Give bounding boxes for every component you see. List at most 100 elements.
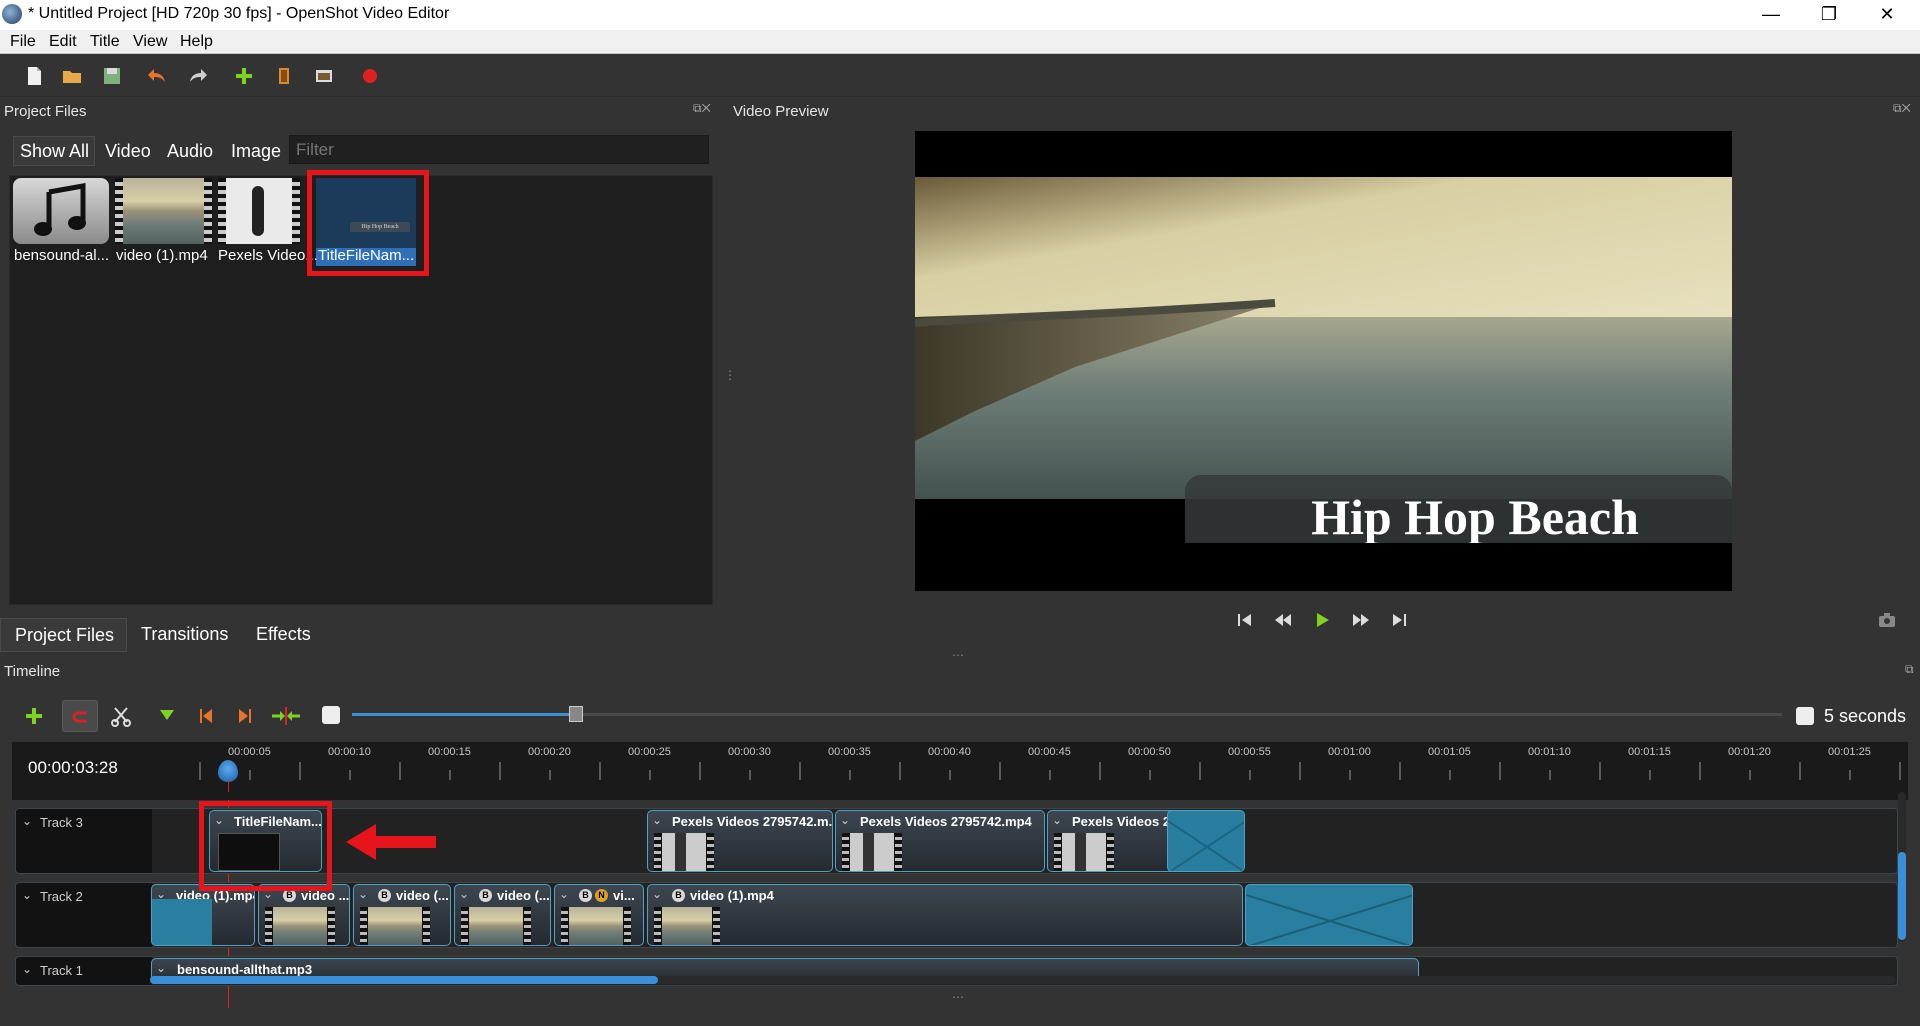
- splitter-handle[interactable]: ⋮: [724, 368, 736, 382]
- clip-pexels-1-name: Pexels Videos 2795742.m...: [672, 814, 833, 829]
- filter-tab-video[interactable]: Video: [105, 141, 151, 162]
- clip-video-3[interactable]: ⌄ B video (...: [353, 884, 451, 946]
- clip-menu-chevron-icon[interactable]: ⌄: [652, 813, 662, 827]
- fullscreen-icon[interactable]: [312, 64, 336, 88]
- splitter-handle-bottom[interactable]: ⋯: [952, 990, 964, 1004]
- track-2-header[interactable]: ⌄ Track 2: [16, 883, 152, 947]
- filter-input[interactable]: [289, 135, 709, 164]
- menu-help[interactable]: Help: [180, 33, 213, 51]
- clip-video-4-name: video (...: [497, 888, 550, 903]
- menu-edit[interactable]: Edit: [49, 33, 77, 51]
- play-icon[interactable]: [1310, 608, 1334, 632]
- jump-to-end-icon[interactable]: [1388, 608, 1412, 632]
- clip-video-4[interactable]: ⌄ B video (...: [454, 884, 551, 946]
- transition-track-3[interactable]: [1167, 810, 1245, 872]
- track-menu-chevron-icon[interactable]: ⌄: [22, 814, 32, 828]
- track-1-label: Track 1: [40, 963, 83, 978]
- clip-menu-chevron-icon[interactable]: ⌄: [156, 961, 166, 975]
- rewind-icon[interactable]: [1271, 608, 1295, 632]
- menu-title[interactable]: Title: [90, 33, 120, 51]
- menu-view[interactable]: View: [133, 33, 167, 51]
- track-3-header[interactable]: ⌄ Track 3: [16, 809, 152, 873]
- timeline-float-icon[interactable]: ⧉: [1905, 662, 1914, 677]
- clip-pexels-2-thumb: [842, 833, 902, 871]
- zoom-in-icon[interactable]: [1796, 707, 1814, 725]
- snapping-toggle-button[interactable]: [62, 700, 98, 732]
- minimize-button[interactable]: —: [1742, 0, 1800, 30]
- filter-tab-audio[interactable]: Audio: [167, 141, 213, 162]
- choose-profile-icon[interactable]: [272, 64, 296, 88]
- add-track-icon[interactable]: [22, 704, 46, 728]
- tab-transitions[interactable]: Transitions: [141, 618, 228, 652]
- effect-badge-icon: B: [479, 889, 492, 902]
- next-marker-icon[interactable]: [233, 704, 257, 728]
- clip-menu-chevron-icon[interactable]: ⌄: [840, 813, 850, 827]
- tab-project-files[interactable]: Project Files: [0, 618, 127, 652]
- filter-tab-show-all[interactable]: Show All: [20, 141, 89, 162]
- close-button[interactable]: ✕: [1858, 0, 1916, 30]
- save-project-icon[interactable]: [100, 64, 124, 88]
- zoom-slider-handle[interactable]: [568, 706, 583, 722]
- timeline-vertical-scrollbar[interactable]: [1898, 792, 1906, 942]
- file-thumb-pexels-video[interactable]: [218, 178, 300, 244]
- clip-video-2[interactable]: ⌄ B video ...: [258, 884, 350, 946]
- clip-video-1[interactable]: ⌄ video (1).mp4: [151, 884, 255, 946]
- clip-menu-chevron-icon[interactable]: ⌄: [652, 887, 662, 901]
- track-2-label: Track 2: [40, 889, 83, 904]
- add-marker-icon[interactable]: [155, 704, 179, 728]
- undo-icon[interactable]: [145, 64, 169, 88]
- clip-pexels-2[interactable]: ⌄ Pexels Videos 2795742.mp4: [835, 810, 1045, 872]
- clip-menu-chevron-icon[interactable]: ⌄: [559, 887, 569, 901]
- zoom-slider-fill: [352, 713, 576, 716]
- clip-video-6[interactable]: ⌄ B video (1).mp4: [647, 884, 1243, 946]
- track-1-header[interactable]: ⌄ Track 1: [16, 957, 152, 985]
- transition-track-2[interactable]: [1245, 884, 1413, 946]
- open-project-icon[interactable]: [60, 64, 84, 88]
- preview-float-close-icon[interactable]: ⧉✕: [1893, 101, 1911, 116]
- restore-button[interactable]: ❐: [1800, 0, 1858, 30]
- track-menu-chevron-icon[interactable]: ⌄: [22, 962, 32, 976]
- project-files-panel-title: Project Files: [4, 103, 87, 120]
- previous-marker-icon[interactable]: [194, 704, 218, 728]
- menu-bar: File Edit Title View Help: [0, 30, 1920, 54]
- import-files-icon[interactable]: [232, 64, 256, 88]
- splitter-handle-horizontal[interactable]: ⋯: [952, 648, 964, 662]
- clip-menu-chevron-icon[interactable]: ⌄: [358, 887, 368, 901]
- music-note-icon: [34, 183, 86, 236]
- ruler-label: 00:00:55: [1228, 746, 1271, 758]
- center-timeline-playhead-icon[interactable]: [270, 704, 302, 728]
- magnet-icon: [72, 711, 87, 723]
- clip-menu-chevron-icon[interactable]: ⌄: [1052, 813, 1062, 827]
- tab-effects[interactable]: Effects: [256, 618, 311, 652]
- fast-forward-icon[interactable]: [1349, 608, 1373, 632]
- filter-tab-image[interactable]: Image: [231, 141, 281, 162]
- redo-icon[interactable]: [186, 64, 210, 88]
- razor-icon[interactable]: [109, 704, 133, 728]
- jump-to-start-icon[interactable]: [1232, 608, 1256, 632]
- new-project-icon[interactable]: [22, 64, 46, 88]
- clip-video-5[interactable]: ⌄ B N vi...: [554, 884, 644, 946]
- effect-badge-icon: B: [378, 889, 391, 902]
- clip-video-2-thumb: [265, 907, 335, 945]
- timeline-scrollbar-thumb[interactable]: [150, 976, 658, 984]
- timeline-scrollbar[interactable]: [150, 976, 1895, 984]
- clip-menu-chevron-icon[interactable]: ⌄: [459, 887, 469, 901]
- clip-video-6-thumb: [654, 907, 720, 945]
- file-thumb-video-1[interactable]: [115, 178, 212, 244]
- export-video-icon[interactable]: [358, 64, 382, 88]
- clip-pexels-1-thumb: [654, 833, 714, 871]
- annotation-arrow-icon: [346, 824, 436, 860]
- clip-pexels-1[interactable]: ⌄ Pexels Videos 2795742.m...: [647, 810, 833, 872]
- file-name-audio: bensound-al...: [14, 247, 110, 264]
- timeline-vertical-scrollbar-thumb[interactable]: [1898, 852, 1906, 940]
- main-toolbar: [0, 55, 1920, 97]
- track-menu-chevron-icon[interactable]: ⌄: [22, 888, 32, 902]
- file-thumb-audio[interactable]: [13, 178, 109, 244]
- ruler-markers-strip: [12, 792, 1908, 800]
- camera-snapshot-icon[interactable]: [1875, 608, 1899, 632]
- menu-file[interactable]: File: [10, 33, 36, 51]
- zoom-out-icon[interactable]: [322, 706, 340, 724]
- clip-video-6-name: video (1).mp4: [690, 888, 774, 903]
- panel-float-close-icon[interactable]: ⧉✕: [693, 101, 711, 116]
- playhead-marker[interactable]: [218, 760, 238, 782]
